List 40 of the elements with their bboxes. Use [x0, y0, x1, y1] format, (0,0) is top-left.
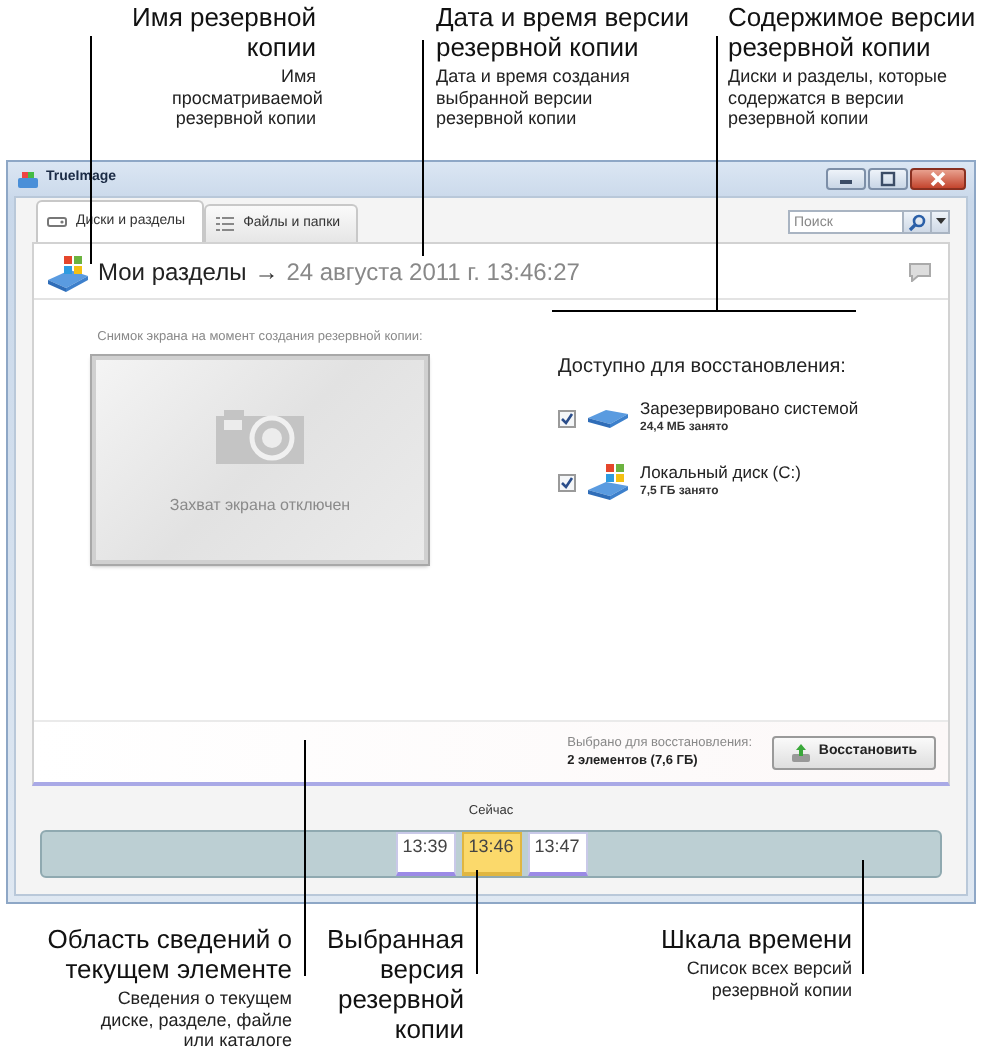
callout-title: Область сведений о текущем элементе — [45, 926, 292, 986]
callout-description: Сведения о текущем диске, разделе, файле или каталоге — [98, 987, 292, 1053]
drive-icon — [46, 212, 68, 232]
close-button[interactable] — [910, 168, 966, 190]
callout-title: Шкала времени — [658, 926, 852, 956]
restore-heading: Доступно для восстановления: — [558, 354, 848, 382]
callout-title: Дата и время версии резервной копии — [436, 4, 691, 64]
search-icon — [908, 213, 926, 231]
leader-line — [862, 860, 864, 974]
callout-title: Имя резервной копии — [132, 4, 316, 64]
callout-description: Дата и время создания выбранной версии резервной копии — [436, 65, 632, 131]
version-slot[interactable]: 13:47 — [527, 831, 587, 876]
arrow-text: → — [254, 255, 279, 289]
version-slot[interactable]: 13:39 — [395, 831, 455, 876]
version-slot[interactable]: 13:46 — [461, 831, 521, 876]
callout-description: Список всех версий резервной копии — [684, 957, 852, 1002]
minimize-button[interactable] — [826, 168, 866, 190]
backup-date: 24 августа 2011 г. 13:46:27 — [286, 255, 580, 289]
app-icon — [16, 169, 40, 189]
dropdown-button[interactable] — [932, 210, 950, 234]
partition-icon — [586, 462, 630, 502]
restore-icon — [790, 741, 813, 763]
maximize-button[interactable] — [868, 168, 908, 190]
checkbox[interactable] — [558, 473, 576, 491]
comment-icon — [908, 261, 932, 281]
item-name: Локальный диск (C:) — [640, 462, 801, 484]
partition-icon — [46, 251, 90, 291]
screenshot-message: Захват экрана отключен — [169, 493, 351, 518]
callout-title: Выбранная версия резервной копии — [324, 926, 464, 1046]
search-button[interactable] — [904, 210, 932, 234]
close-icon — [926, 170, 950, 188]
leader-line — [476, 870, 478, 974]
backup-name: Мои разделы — [98, 255, 247, 289]
caret-icon — [935, 218, 945, 226]
callout-title: Содержимое версии резервной копии — [728, 4, 978, 64]
list-icon — [213, 214, 236, 234]
maximize-icon — [876, 170, 900, 188]
checkbox[interactable] — [558, 409, 576, 427]
callout-description: Диски и разделы, которые содержатся в версии резервной копии — [728, 65, 949, 131]
item-name: Зарезервировано системой — [640, 398, 859, 420]
